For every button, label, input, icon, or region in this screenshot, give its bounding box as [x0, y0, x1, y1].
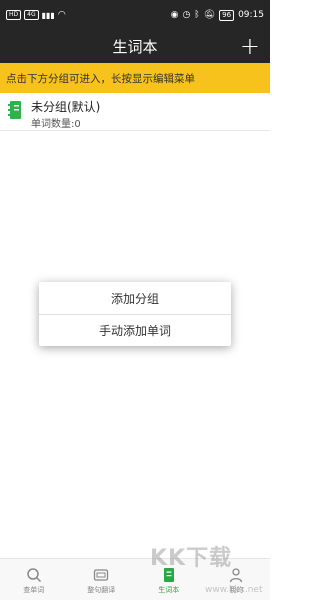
battery-indicator: 96 [219, 9, 235, 21]
app-header: 生词本 + [0, 30, 270, 63]
signal-icon: ▮▮▮ [41, 10, 55, 20]
add-word-manually-menu-item[interactable]: 手动添加单词 [39, 314, 231, 346]
status-left: HD 4G ▮▮▮ ◠ [6, 10, 66, 20]
bluetooth-icon: ᛒ [194, 10, 200, 20]
wifi-icon: ◠ [57, 10, 66, 20]
status-right: ◉ ◷ ᛒ 🔕︎ 96 09:15 [170, 9, 264, 21]
nav-label-notebook: 生词本 [158, 586, 180, 594]
page-title: 生词本 [112, 38, 158, 56]
nav-label-translate: 整句翻译 [87, 586, 116, 594]
nav-item-translate[interactable]: 整句翻译 [68, 559, 136, 600]
add-group-menu-item[interactable]: 添加分组 [39, 282, 231, 314]
notebook-icon [8, 101, 21, 119]
nav-item-lookup[interactable]: 查单词 [0, 559, 68, 600]
watermark-url: www.kkx.net [205, 585, 263, 595]
add-button[interactable]: + [240, 33, 260, 59]
group-list-item[interactable]: 未分组(默认) 单词数量:0 [0, 95, 270, 131]
status-bar: HD 4G ▮▮▮ ◠ ◉ ◷ ᛒ 🔕︎ 96 09:15 [0, 0, 270, 30]
hint-text: 点击下方分组可进入，长按显示编辑菜单 [6, 72, 195, 85]
clock: 09:15 [238, 10, 264, 20]
nav-label-lookup: 查单词 [23, 586, 45, 594]
network-indicator: 4G [24, 10, 39, 20]
search-icon [27, 568, 41, 583]
eye-icon: ◉ [170, 10, 179, 20]
mute-icon: 🔕︎ [203, 10, 216, 20]
translate-icon [94, 569, 109, 581]
hint-banner: 点击下方分组可进入，长按显示编辑菜单 [0, 63, 270, 93]
context-menu: 添加分组 手动添加单词 [39, 282, 231, 346]
alarm-icon: ◷ [182, 10, 191, 20]
group-word-count: 单词数量:0 [31, 119, 81, 130]
watermark-logo: KK下载 [150, 546, 233, 571]
hd-indicator: HD [6, 10, 22, 20]
group-name: 未分组(默认) [31, 100, 101, 114]
